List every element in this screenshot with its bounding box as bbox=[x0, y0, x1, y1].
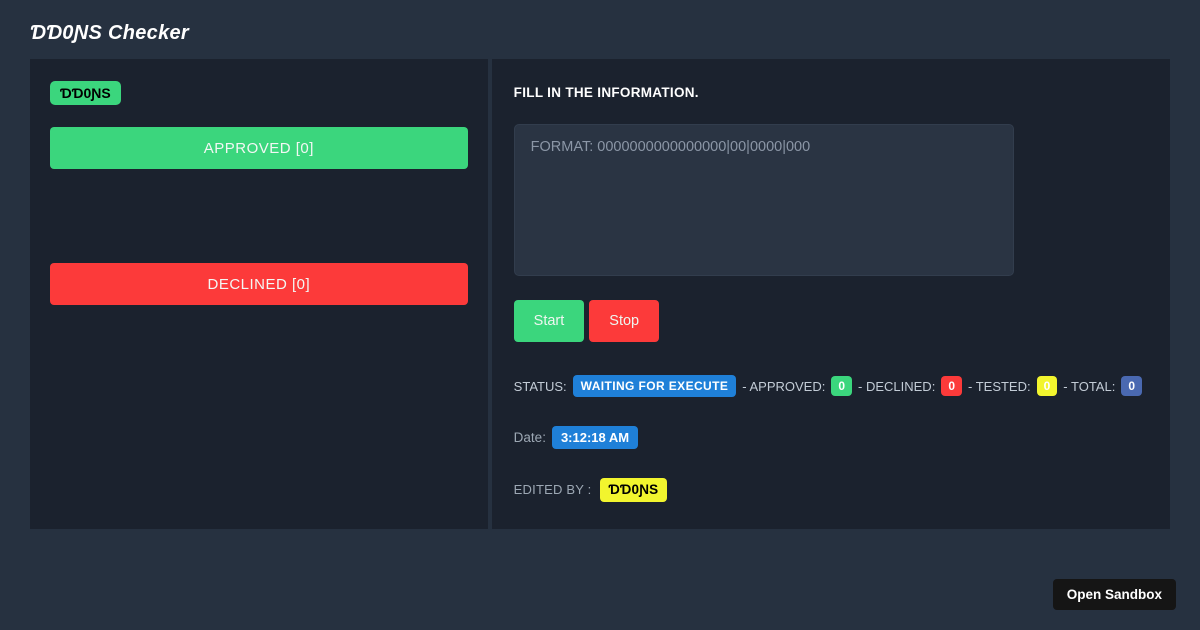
approved-label: - APPROVED: bbox=[742, 378, 826, 394]
declined-label: - DECLINED: bbox=[858, 378, 936, 394]
brand-badge: ƊƊ0ƝS bbox=[50, 81, 121, 105]
date-badge: 3:12:18 AM bbox=[551, 426, 639, 449]
status-state-badge: WAITING FOR EXECUTE bbox=[572, 375, 737, 397]
edited-by-label: EDITED BY : bbox=[513, 482, 592, 498]
total-label: - TOTAL: bbox=[1063, 378, 1116, 394]
form-panel: FILL IN THE INFORMATION. Start Stop STAT… bbox=[491, 59, 1170, 529]
approved-button[interactable]: APPROVED [0] bbox=[50, 127, 468, 169]
date-row: Date: 3:12:18 AM bbox=[514, 426, 1148, 449]
actions-row: Start Stop bbox=[513, 300, 1148, 342]
tested-count-badge: 0 bbox=[1036, 376, 1058, 396]
form-heading: FILL IN THE INFORMATION. bbox=[513, 85, 699, 100]
edited-by-badge: ƊƊ0ƝS bbox=[599, 478, 668, 502]
app-header: ƊƊ0ƝS Checker bbox=[0, 0, 1200, 59]
tested-label: - TESTED: bbox=[968, 378, 1031, 394]
stop-button[interactable]: Stop bbox=[589, 300, 660, 342]
edited-by-row: EDITED BY : ƊƊ0ƝS bbox=[514, 478, 1148, 502]
declined-count-badge: 0 bbox=[941, 376, 962, 396]
date-label: Date: bbox=[513, 430, 546, 445]
status-label: STATUS: bbox=[513, 378, 567, 394]
page-title: ƊƊ0ƝS Checker bbox=[30, 22, 189, 44]
cards-input[interactable] bbox=[513, 124, 1014, 276]
open-sandbox-button[interactable]: Open Sandbox bbox=[1052, 579, 1176, 610]
declined-button[interactable]: DECLINED [0] bbox=[50, 263, 468, 305]
status-row: STATUS: WAITING FOR EXECUTE - APPROVED: … bbox=[514, 375, 1148, 397]
total-count-badge: 0 bbox=[1121, 376, 1142, 396]
results-panel: ƊƊ0ƝS APPROVED [0] DECLINED [0] bbox=[30, 59, 488, 529]
approved-count-badge: 0 bbox=[831, 376, 853, 396]
main-content: ƊƊ0ƝS APPROVED [0] DECLINED [0] FILL IN … bbox=[30, 59, 1170, 529]
start-button[interactable]: Start bbox=[513, 300, 585, 342]
